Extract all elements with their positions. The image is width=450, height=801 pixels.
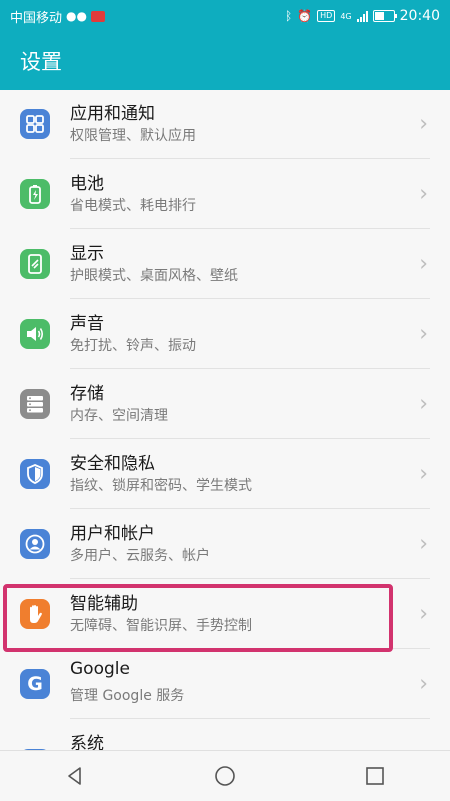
- chevron-right-icon: ›: [419, 181, 428, 207]
- chevron-right-icon: ›: [419, 251, 428, 277]
- settings-item-subtitle: 省电模式、耗电排行: [70, 198, 196, 214]
- wechat-icon: ●●: [66, 9, 87, 23]
- settings-item-title: 智能辅助: [70, 594, 138, 614]
- user-icon: [20, 529, 50, 559]
- settings-item-google[interactable]: G Google 管理 Google 服务 ›: [0, 649, 450, 719]
- settings-item-smart-assistance[interactable]: 智能辅助 无障碍、智能识屏、手势控制 ›: [0, 579, 450, 649]
- network-type-label: 4G: [340, 11, 352, 21]
- storage-icon: [20, 389, 50, 419]
- settings-item-display[interactable]: 显示 护眼模式、桌面风格、壁纸 ›: [0, 229, 450, 299]
- settings-item-title: 系统: [70, 734, 104, 750]
- hand-icon: [20, 599, 50, 629]
- settings-item-subtitle: 内存、空间清理: [70, 408, 168, 424]
- battery-status-icon: [372, 10, 397, 22]
- settings-item-storage[interactable]: 存储 内存、空间清理 ›: [0, 369, 450, 439]
- chevron-right-icon: ›: [419, 671, 428, 697]
- recents-icon[interactable]: [345, 756, 405, 796]
- navigation-bar: [0, 750, 450, 801]
- settings-item-users-accounts[interactable]: 用户和帐户 多用户、云服务、帐户 ›: [0, 509, 450, 579]
- chevron-right-icon: ›: [419, 321, 428, 347]
- bluetooth-icon: ᛒ: [285, 9, 293, 23]
- sound-icon: [20, 319, 50, 349]
- settings-item-subtitle: 护眼模式、桌面风格、壁纸: [70, 268, 238, 284]
- shield-icon: [20, 459, 50, 489]
- back-icon[interactable]: [45, 756, 105, 796]
- settings-item-title: 用户和帐户: [70, 524, 155, 544]
- page-title: 设置: [20, 50, 62, 74]
- settings-item-title: 电池: [70, 174, 104, 194]
- chevron-right-icon: ›: [419, 601, 428, 627]
- chevron-right-icon: ›: [419, 461, 428, 487]
- google-icon: G: [20, 669, 50, 699]
- settings-item-apps-notifications[interactable]: 应用和通知 权限管理、默认应用 ›: [0, 90, 450, 159]
- settings-item-title: Google: [70, 659, 130, 679]
- status-left: 中国移动 ●●: [10, 7, 105, 26]
- home-icon[interactable]: [195, 756, 255, 796]
- settings-item-security-privacy[interactable]: 安全和隐私 指纹、锁屏和密码、学生模式 ›: [0, 439, 450, 509]
- display-icon: [20, 249, 50, 279]
- settings-item-subtitle: 管理 Google 服务: [70, 688, 185, 704]
- settings-item-subtitle: 指纹、锁屏和密码、学生模式: [70, 478, 252, 494]
- settings-item-battery[interactable]: 电池 省电模式、耗电排行 ›: [0, 159, 450, 229]
- settings-item-subtitle: 权限管理、默认应用: [70, 128, 196, 144]
- settings-item-title: 显示: [70, 244, 104, 264]
- notification-badge-icon: [90, 10, 105, 22]
- carrier-label: 中国移动: [10, 10, 63, 26]
- app-bar: 设置: [0, 32, 450, 90]
- settings-item-subtitle: 无障碍、智能识屏、手势控制: [70, 618, 252, 634]
- settings-item-sound[interactable]: 声音 免打扰、铃声、振动 ›: [0, 299, 450, 369]
- settings-list[interactable]: 应用和通知 权限管理、默认应用 › 电池 省电模式、耗电排行 › 显示 护眼模式…: [0, 90, 450, 750]
- settings-item-title: 存储: [70, 384, 104, 404]
- settings-item-title: 声音: [70, 314, 104, 334]
- clock: 20:40: [399, 8, 440, 24]
- chevron-right-icon: ›: [419, 531, 428, 557]
- settings-item-title: 应用和通知: [70, 104, 155, 124]
- settings-item-subtitle: 免打扰、铃声、振动: [70, 338, 196, 354]
- signal-icon: [356, 10, 368, 22]
- battery-icon: [20, 179, 50, 209]
- alarm-icon: ⏰: [297, 9, 313, 23]
- apps-grid-icon: [20, 109, 50, 139]
- settings-item-system[interactable]: 系统: [0, 719, 450, 750]
- chevron-right-icon: ›: [419, 111, 428, 137]
- settings-item-subtitle: 多用户、云服务、帐户: [70, 548, 210, 564]
- hd-badge: HD: [317, 10, 336, 22]
- status-right: ᛒ ⏰ HD 4G 20:40: [285, 8, 440, 24]
- status-bar: 中国移动 ●● ᛒ ⏰ HD 4G 20:40: [0, 0, 450, 32]
- chevron-right-icon: ›: [419, 391, 428, 417]
- settings-item-title: 安全和隐私: [70, 454, 155, 474]
